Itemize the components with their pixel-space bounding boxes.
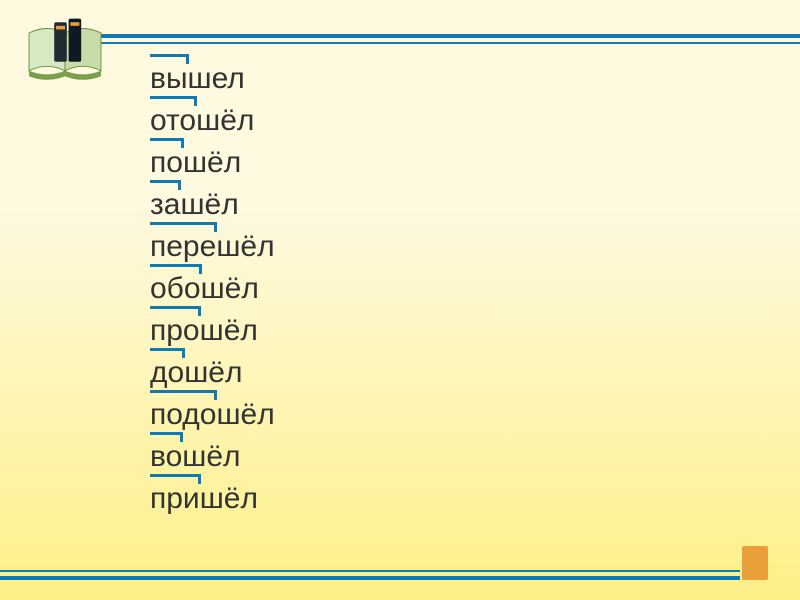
prefix-mark: во <box>150 436 182 478</box>
word-prefix: про <box>150 314 200 347</box>
word-prefix: пере <box>150 230 216 263</box>
prefix-mark: по <box>150 142 183 184</box>
prefix-mark: вы <box>150 58 188 100</box>
word-item: подошёл <box>150 394 275 436</box>
top-rule-thick <box>60 34 800 38</box>
word-item: перешёл <box>150 226 275 268</box>
word-root: шёл <box>184 356 242 389</box>
prefix-mark: подо <box>150 394 216 436</box>
word-root: шёл <box>182 440 240 473</box>
word-root: шёл <box>183 146 241 179</box>
word-prefix: подо <box>150 398 216 431</box>
word-prefix: по <box>150 146 183 179</box>
prefix-mark: про <box>150 310 200 352</box>
word-list: вышелотошёлпошёлзашёлперешёлобошёлпрошёл… <box>150 58 275 520</box>
word-prefix: за <box>150 188 180 221</box>
word-prefix: вы <box>150 62 188 95</box>
word-item: отошёл <box>150 100 275 142</box>
word-item: вошёл <box>150 436 275 478</box>
prefix-mark: при <box>150 478 200 520</box>
word-item: прошёл <box>150 310 275 352</box>
bottom-rule-thick <box>0 576 740 580</box>
word-root: шёл <box>216 230 274 263</box>
books-icon <box>20 6 110 96</box>
word-root: шёл <box>180 188 238 221</box>
bottom-rule-thin <box>0 570 740 572</box>
word-item: пошёл <box>150 142 275 184</box>
prefix-mark: за <box>150 184 180 226</box>
prefix-mark: обо <box>150 268 201 310</box>
word-item: обошёл <box>150 268 275 310</box>
word-root: шёл <box>201 272 259 305</box>
word-prefix: обо <box>150 272 201 305</box>
word-root: шёл <box>216 398 274 431</box>
corner-accent <box>742 546 768 580</box>
top-rule-thin <box>60 42 800 44</box>
prefix-mark: ото <box>150 100 196 142</box>
word-item: дошёл <box>150 352 275 394</box>
word-root: шёл <box>196 104 254 137</box>
word-prefix: до <box>150 356 184 389</box>
word-root: шел <box>188 62 245 95</box>
word-root: шёл <box>200 314 258 347</box>
word-item: пришёл <box>150 478 275 520</box>
word-root: шёл <box>200 482 258 515</box>
word-prefix: ото <box>150 104 196 137</box>
word-prefix: во <box>150 440 182 473</box>
word-prefix: при <box>150 482 200 515</box>
slide: вышелотошёлпошёлзашёлперешёлобошёлпрошёл… <box>0 0 800 600</box>
word-item: зашёл <box>150 184 275 226</box>
prefix-mark: до <box>150 352 184 394</box>
word-item: вышел <box>150 58 275 100</box>
prefix-mark: пере <box>150 226 216 268</box>
